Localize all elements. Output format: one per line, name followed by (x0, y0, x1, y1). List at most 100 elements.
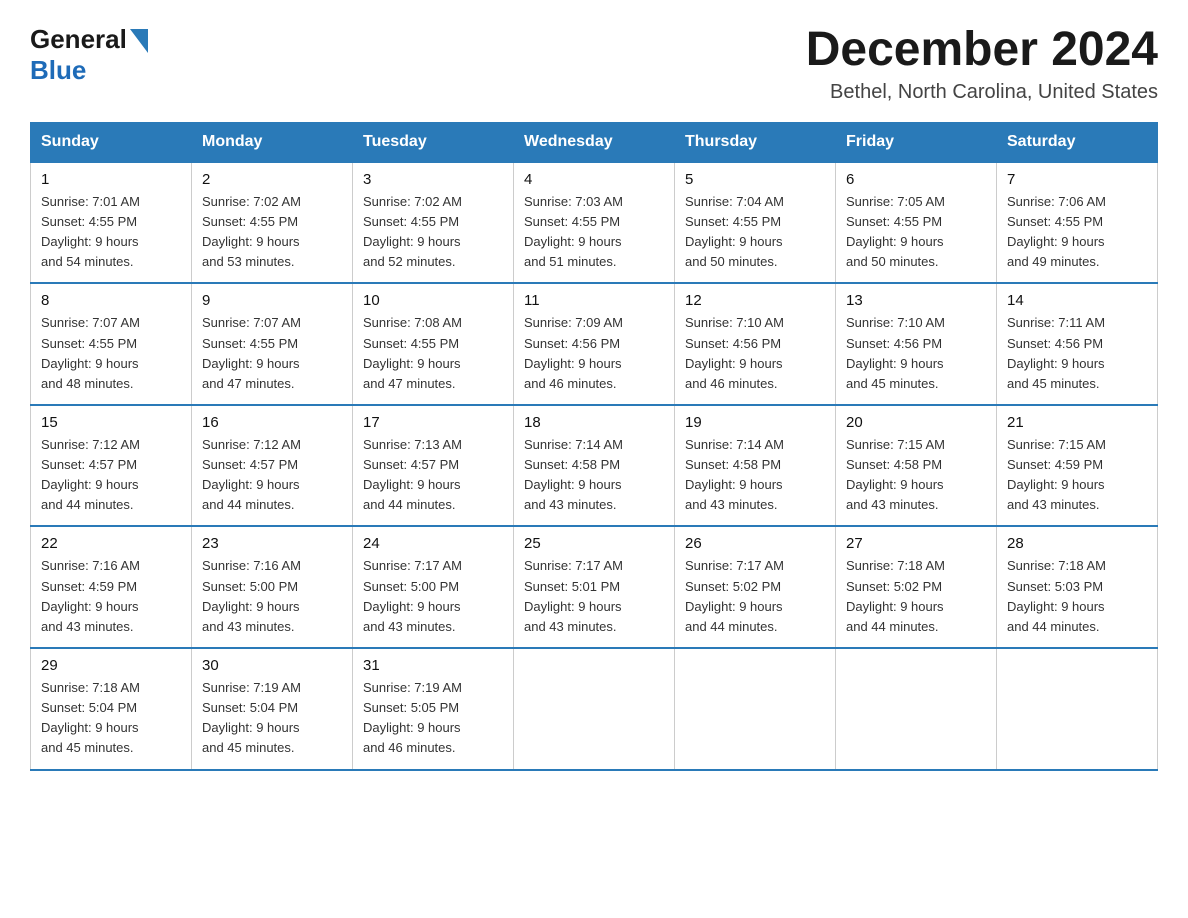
day-number: 26 (685, 535, 825, 552)
day-number: 7 (1007, 171, 1147, 188)
calendar-cell: 8Sunrise: 7:07 AMSunset: 4:55 PMDaylight… (31, 283, 192, 405)
day-info: Sunrise: 7:11 AMSunset: 4:56 PMDaylight:… (1007, 313, 1147, 394)
calendar-cell: 23 Sunrise: 7:16 AMSunset: 5:00 PMDayligh… (192, 526, 353, 648)
calendar-cell: 2 Sunrise: 7:02 AMSunset: 4:55 PMDaylight… (192, 162, 353, 284)
logo-general-text: General (30, 24, 127, 55)
calendar-cell: 25 Sunrise: 7:17 AMSunset: 5:01 PMDayligh… (514, 526, 675, 648)
calendar-cell: 21 Sunrise: 7:15 AMSunset: 4:59 PMDayligh… (997, 405, 1158, 527)
day-info: Sunrise: 7:17 AMSunset: 5:02 PMDaylight:… (685, 556, 825, 637)
day-number: 21 (1007, 414, 1147, 431)
day-number: 1 (41, 171, 181, 188)
day-info: Sunrise: 7:15 AMSunset: 4:58 PMDaylight:… (846, 435, 986, 516)
header-monday: Monday (192, 122, 353, 162)
week-row-4: 22Sunrise: 7:16 AMSunset: 4:59 PMDayligh… (31, 526, 1158, 648)
day-info: Sunrise: 7:06 AMSunset: 4:55 PMDaylight:… (1007, 192, 1147, 273)
day-info: Sunrise: 7:18 AMSunset: 5:04 PMDaylight:… (41, 678, 181, 759)
logo-blue-text: Blue (30, 55, 86, 85)
header-wednesday: Wednesday (514, 122, 675, 162)
day-number: 23 (202, 535, 342, 552)
day-info: Sunrise: 7:14 AMSunset: 4:58 PMDaylight:… (524, 435, 664, 516)
calendar-cell: 30 Sunrise: 7:19 AMSunset: 5:04 PMDayligh… (192, 648, 353, 770)
day-number: 14 (1007, 292, 1147, 309)
day-number: 18 (524, 414, 664, 431)
calendar-cell: 15Sunrise: 7:12 AMSunset: 4:57 PMDayligh… (31, 405, 192, 527)
week-row-1: 1 Sunrise: 7:01 AMSunset: 4:55 PMDaylight… (31, 162, 1158, 284)
calendar-cell: 3 Sunrise: 7:02 AMSunset: 4:55 PMDaylight… (353, 162, 514, 284)
header-saturday: Saturday (997, 122, 1158, 162)
day-number: 25 (524, 535, 664, 552)
calendar-cell: 27 Sunrise: 7:18 AMSunset: 5:02 PMDayligh… (836, 526, 997, 648)
day-info: Sunrise: 7:10 AMSunset: 4:56 PMDaylight:… (685, 313, 825, 394)
calendar-cell (997, 648, 1158, 770)
calendar-header: Sunday Monday Tuesday Wednesday Thursday… (31, 122, 1158, 162)
calendar-body: 1 Sunrise: 7:01 AMSunset: 4:55 PMDaylight… (31, 162, 1158, 770)
day-number: 22 (41, 535, 181, 552)
header-friday: Friday (836, 122, 997, 162)
calendar-cell: 12 Sunrise: 7:10 AMSunset: 4:56 PMDayligh… (675, 283, 836, 405)
day-info: Sunrise: 7:10 AMSunset: 4:56 PMDaylight:… (846, 313, 986, 394)
day-number: 30 (202, 657, 342, 674)
day-info: Sunrise: 7:19 AMSunset: 5:04 PMDaylight:… (202, 678, 342, 759)
calendar-cell: 16Sunrise: 7:12 AMSunset: 4:57 PMDayligh… (192, 405, 353, 527)
day-number: 27 (846, 535, 986, 552)
day-number: 13 (846, 292, 986, 309)
header-thursday: Thursday (675, 122, 836, 162)
day-info: Sunrise: 7:16 AMSunset: 5:00 PMDaylight:… (202, 556, 342, 637)
week-row-2: 8Sunrise: 7:07 AMSunset: 4:55 PMDaylight… (31, 283, 1158, 405)
calendar-cell: 18 Sunrise: 7:14 AMSunset: 4:58 PMDayligh… (514, 405, 675, 527)
calendar-cell: 28 Sunrise: 7:18 AMSunset: 5:03 PMDayligh… (997, 526, 1158, 648)
day-number: 8 (41, 292, 181, 309)
logo: General Blue (30, 24, 148, 86)
day-info: Sunrise: 7:09 AMSunset: 4:56 PMDaylight:… (524, 313, 664, 394)
day-number: 12 (685, 292, 825, 309)
day-number: 10 (363, 292, 503, 309)
calendar-title: December 2024 (806, 24, 1158, 77)
day-number: 19 (685, 414, 825, 431)
day-number: 16 (202, 414, 342, 431)
calendar-cell: 11Sunrise: 7:09 AMSunset: 4:56 PMDayligh… (514, 283, 675, 405)
calendar-cell (514, 648, 675, 770)
logo-line1: General (30, 24, 148, 55)
day-number: 20 (846, 414, 986, 431)
day-number: 6 (846, 171, 986, 188)
calendar-cell: 1 Sunrise: 7:01 AMSunset: 4:55 PMDaylight… (31, 162, 192, 284)
day-info: Sunrise: 7:13 AMSunset: 4:57 PMDaylight:… (363, 435, 503, 516)
calendar-cell: 22Sunrise: 7:16 AMSunset: 4:59 PMDayligh… (31, 526, 192, 648)
day-number: 4 (524, 171, 664, 188)
day-info: Sunrise: 7:02 AMSunset: 4:55 PMDaylight:… (363, 192, 503, 273)
day-info: Sunrise: 7:18 AMSunset: 5:03 PMDaylight:… (1007, 556, 1147, 637)
calendar-cell: 31 Sunrise: 7:19 AMSunset: 5:05 PMDayligh… (353, 648, 514, 770)
day-info: Sunrise: 7:15 AMSunset: 4:59 PMDaylight:… (1007, 435, 1147, 516)
day-info: Sunrise: 7:17 AMSunset: 5:01 PMDaylight:… (524, 556, 664, 637)
day-number: 3 (363, 171, 503, 188)
day-info: Sunrise: 7:01 AMSunset: 4:55 PMDaylight:… (41, 192, 181, 273)
day-info: Sunrise: 7:05 AMSunset: 4:55 PMDaylight:… (846, 192, 986, 273)
calendar-cell: 13 Sunrise: 7:10 AMSunset: 4:56 PMDayligh… (836, 283, 997, 405)
day-info: Sunrise: 7:03 AMSunset: 4:55 PMDaylight:… (524, 192, 664, 273)
calendar-cell: 5Sunrise: 7:04 AMSunset: 4:55 PMDaylight… (675, 162, 836, 284)
title-section: December 2024 Bethel, North Carolina, Un… (806, 24, 1158, 104)
calendar-subtitle: Bethel, North Carolina, United States (806, 81, 1158, 104)
calendar-cell: 14 Sunrise: 7:11 AMSunset: 4:56 PMDayligh… (997, 283, 1158, 405)
day-number: 31 (363, 657, 503, 674)
logo-triangle-icon (130, 29, 148, 53)
calendar-cell: 7 Sunrise: 7:06 AMSunset: 4:55 PMDaylight… (997, 162, 1158, 284)
day-number: 15 (41, 414, 181, 431)
logo-blue-line: Blue (30, 55, 86, 86)
page-header: General Blue December 2024 Bethel, North… (30, 24, 1158, 104)
day-number: 17 (363, 414, 503, 431)
header-tuesday: Tuesday (353, 122, 514, 162)
day-info: Sunrise: 7:19 AMSunset: 5:05 PMDaylight:… (363, 678, 503, 759)
day-number: 28 (1007, 535, 1147, 552)
calendar-cell: 6 Sunrise: 7:05 AMSunset: 4:55 PMDaylight… (836, 162, 997, 284)
calendar-cell: 26 Sunrise: 7:17 AMSunset: 5:02 PMDayligh… (675, 526, 836, 648)
calendar-cell: 20 Sunrise: 7:15 AMSunset: 4:58 PMDayligh… (836, 405, 997, 527)
day-info: Sunrise: 7:02 AMSunset: 4:55 PMDaylight:… (202, 192, 342, 273)
day-info: Sunrise: 7:18 AMSunset: 5:02 PMDaylight:… (846, 556, 986, 637)
calendar-cell (836, 648, 997, 770)
calendar-cell: 4 Sunrise: 7:03 AMSunset: 4:55 PMDaylight… (514, 162, 675, 284)
header-sunday: Sunday (31, 122, 192, 162)
calendar-cell: 9Sunrise: 7:07 AMSunset: 4:55 PMDaylight… (192, 283, 353, 405)
day-number: 2 (202, 171, 342, 188)
header-row: Sunday Monday Tuesday Wednesday Thursday… (31, 122, 1158, 162)
